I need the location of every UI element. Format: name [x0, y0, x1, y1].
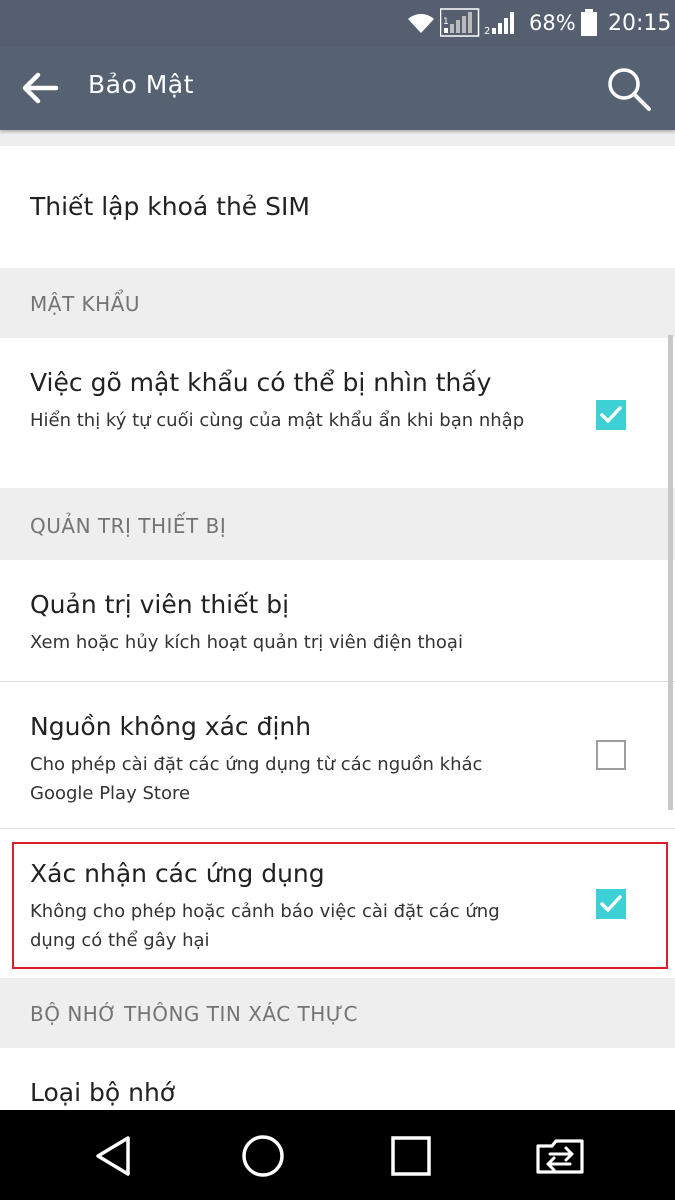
checkmark-icon	[600, 406, 622, 423]
list-item-sim-lock[interactable]: Thiết lập khoá thẻ SIM	[0, 146, 675, 268]
unknown-sources-title: Nguồn không xác định	[30, 712, 312, 741]
show-password-checkbox[interactable]	[596, 400, 626, 430]
storage-type-title: Loại bộ nhớ	[30, 1078, 176, 1107]
list-item-verify-apps[interactable]: Xác nhận các ứng dụng Không cho phép hoặ…	[0, 829, 675, 978]
wifi-icon	[406, 0, 436, 46]
back-button[interactable]	[18, 66, 62, 110]
show-password-title: Việc gõ mật khẩu có thể bị nhìn thấy	[30, 368, 492, 397]
sim-lock-title: Thiết lập khoá thẻ SIM	[30, 192, 310, 221]
list-item-device-admins[interactable]: Quản trị viên thiết bị Xem hoặc hủy kích…	[0, 560, 675, 681]
verify-apps-subtitle: Không cho phép hoặc cảnh báo việc cài đặ…	[30, 901, 500, 951]
section-device-admin: QUẢN TRỊ THIẾT BỊ	[0, 488, 675, 560]
home-circle-icon	[242, 1135, 284, 1177]
navigation-bar	[0, 1110, 675, 1200]
screen: 1 2 68% 20:15 Bảo Mật Thiết lập khoá thẻ…	[0, 0, 675, 1200]
clock: 20:15	[608, 10, 672, 36]
section-password: MẬT KHẨU	[0, 268, 675, 338]
section-header-device-admin: QUẢN TRỊ THIẾT BỊ	[30, 514, 227, 538]
battery-icon	[580, 0, 598, 46]
list-item-unknown-sources[interactable]: Nguồn không xác định Cho phép cài đặt cá…	[0, 682, 675, 828]
device-admins-title: Quản trị viên thiết bị	[30, 590, 290, 619]
show-password-subtitle: Hiển thị ký tự cuối cùng của mật khẩu ẩn…	[30, 410, 525, 431]
device-admins-subtitle: Xem hoặc hủy kích hoạt quản trị viên điệ…	[30, 632, 463, 653]
unknown-sources-subtitle: Cho phép cài đặt các ứng dụng từ các ngu…	[30, 754, 483, 804]
back-arrow-icon	[22, 72, 59, 104]
app-bar: Bảo Mật	[0, 46, 675, 130]
unknown-sources-checkbox[interactable]	[596, 740, 626, 770]
search-icon	[608, 68, 651, 111]
list-item-show-password[interactable]: Việc gõ mật khẩu có thể bị nhìn thấy Hiể…	[0, 338, 675, 488]
section-header-password: MẬT KHẨU	[30, 292, 140, 316]
nav-back-button[interactable]	[86, 1128, 142, 1184]
dual-window-icon	[536, 1139, 584, 1174]
sim1-label: 1	[443, 17, 449, 27]
sim2-signal-icon: 2	[484, 0, 520, 46]
status-bar: 1 2 68% 20:15	[0, 0, 675, 46]
recents-square-icon	[391, 1136, 431, 1176]
list-item-storage-type[interactable]: Loại bộ nhớ	[0, 1048, 675, 1110]
verify-apps-checkbox[interactable]	[596, 889, 626, 919]
search-button[interactable]	[604, 64, 654, 114]
nav-dual-window-button[interactable]	[532, 1128, 588, 1184]
page-title: Bảo Mật	[88, 70, 194, 99]
battery-percent: 68%	[529, 11, 576, 35]
section-header-credential-storage: BỘ NHỚ THÔNG TIN XÁC THỰC	[30, 1002, 358, 1026]
sim1-signal-icon: 1	[440, 0, 480, 46]
verify-apps-title: Xác nhận các ứng dụng	[30, 859, 325, 888]
section-credential-storage: BỘ NHỚ THÔNG TIN XÁC THỰC	[0, 978, 675, 1048]
nav-recents-button[interactable]	[383, 1128, 439, 1184]
sim2-label: 2	[484, 26, 490, 37]
settings-list: Thiết lập khoá thẻ SIM MẬT KHẨU Việc gõ …	[0, 130, 675, 1110]
nav-home-button[interactable]	[235, 1128, 291, 1184]
scrollbar-thumb[interactable]	[668, 335, 673, 810]
checkmark-icon	[600, 895, 622, 912]
back-triangle-icon	[96, 1136, 130, 1176]
